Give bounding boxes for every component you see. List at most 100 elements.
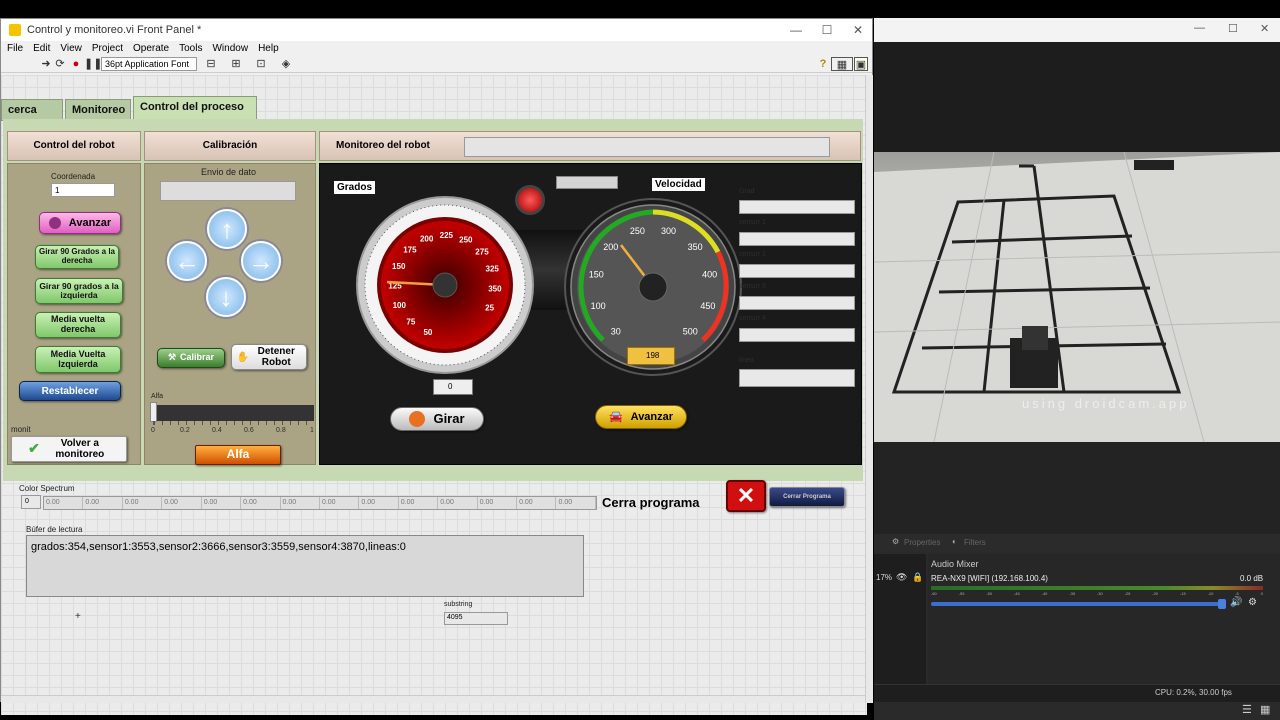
alfa-button[interactable]: Alfa bbox=[195, 445, 281, 465]
menu-view[interactable]: View bbox=[60, 43, 82, 54]
cerrar-programa-button[interactable]: Cerrar Programa bbox=[769, 487, 845, 507]
menu-operate[interactable]: Operate bbox=[133, 43, 169, 54]
spectrum-cell: 0.00 bbox=[83, 497, 123, 509]
velocidad-tick-label: 100 bbox=[591, 301, 606, 311]
meter-tick-label: -60 bbox=[931, 591, 937, 596]
help-icon[interactable]: ? bbox=[816, 57, 830, 71]
menu-project[interactable]: Project bbox=[92, 43, 123, 54]
buffer-label: Búfer de lectura bbox=[26, 525, 83, 534]
mixer-gear-icon[interactable]: ⚙ bbox=[1248, 597, 1257, 608]
menu-window[interactable]: Window bbox=[212, 43, 248, 54]
cerrar-x-button[interactable]: ✕ bbox=[726, 480, 766, 512]
avanzar-gauge-button[interactable]: 🚘 Avanzar bbox=[595, 405, 687, 429]
spectrum-cell: 0.00 bbox=[478, 497, 518, 509]
distribute-icon[interactable]: ⊞ bbox=[229, 57, 243, 71]
spectrum-cell: 0.00 bbox=[162, 497, 202, 509]
arrow-left-button[interactable]: ← bbox=[167, 241, 207, 281]
meter-tick-label: -45 bbox=[1013, 591, 1020, 596]
close-button[interactable]: ✕ bbox=[843, 19, 873, 41]
avanzar-robot-button[interactable]: Avanzar bbox=[39, 212, 121, 234]
led-status-field bbox=[556, 176, 618, 189]
tab-control-proceso[interactable]: Control del proceso bbox=[133, 96, 257, 121]
media-vuelta-derecha-label: Media vuelta derecha bbox=[50, 314, 106, 334]
detener-robot-button[interactable]: ✋ Detener Robot bbox=[231, 344, 307, 370]
obs-minimize-button[interactable]: — bbox=[1194, 22, 1205, 34]
media-vuelta-izquierda-button[interactable]: Media Vuelta Izquierda bbox=[35, 346, 121, 373]
side-label-sensor1: sensor 1 bbox=[739, 219, 766, 226]
camera-preview: using droidcam.app bbox=[874, 152, 1280, 442]
minimize-button[interactable]: — bbox=[781, 19, 811, 41]
menu-help[interactable]: Help bbox=[258, 43, 279, 54]
obs-titlebar: — ☐ ✕ bbox=[874, 18, 1280, 42]
reorder-icon[interactable]: ◈ bbox=[279, 57, 293, 71]
list-view-icon[interactable]: ☰ bbox=[1242, 703, 1252, 716]
audio-meter-scale: -60 -55 -50 -45 -40 -35 -30 -25 -20 -15 -10 -5 0 bbox=[931, 591, 1263, 599]
filters-button[interactable]: Filters bbox=[964, 538, 986, 547]
alfa-tick-4: 0.8 bbox=[276, 427, 286, 434]
spectrum-cell: 0.00 bbox=[281, 497, 320, 509]
girar-derecha-button[interactable]: Girar 90 Grados a la derecha bbox=[35, 245, 119, 269]
align-icon[interactable]: ⊟ bbox=[204, 57, 218, 71]
eye-icon[interactable]: 👁 bbox=[896, 572, 907, 583]
grados-tick-label: 50 bbox=[423, 328, 432, 337]
properties-button[interactable]: Properties bbox=[904, 538, 940, 547]
avanzar-robot-label: Avanzar bbox=[68, 216, 112, 229]
velocidad-tick-label: 150 bbox=[589, 270, 604, 280]
arrow-up-button[interactable]: ↑ bbox=[207, 209, 247, 249]
coord-input[interactable]: 1 bbox=[51, 183, 115, 197]
maximize-button[interactable]: ☐ bbox=[812, 19, 842, 41]
obs-close-button[interactable]: ✕ bbox=[1260, 22, 1269, 35]
run-arrow-icon[interactable]: ➜ bbox=[39, 57, 53, 71]
media-vuelta-derecha-button[interactable]: Media vuelta derecha bbox=[35, 312, 121, 338]
menu-file[interactable]: File bbox=[7, 43, 23, 54]
spectrum-cell: 0.00 bbox=[359, 497, 399, 509]
window-title: Control y monitoreo.vi Front Panel * bbox=[27, 24, 202, 36]
girar-izquierda-button[interactable]: Girar 90 grados a la izquierda bbox=[35, 278, 123, 304]
volume-slider-track[interactable] bbox=[931, 602, 1223, 606]
calibrar-button[interactable]: ⚒ Calibrar bbox=[157, 348, 225, 368]
pause-icon[interactable]: ❚❚ bbox=[84, 57, 102, 71]
side-field-grad bbox=[739, 200, 855, 214]
tab-monitoreo[interactable]: Monitoreo bbox=[65, 99, 131, 121]
connector-pane-icon: ▦ bbox=[831, 57, 853, 71]
horizontal-scrollbar[interactable] bbox=[1, 695, 865, 703]
spectrum-index[interactable]: 0 bbox=[21, 495, 41, 509]
restablecer-button[interactable]: Restablecer bbox=[19, 381, 121, 401]
audio-mixer-title: Audio Mixer bbox=[931, 559, 979, 569]
girar-numeric[interactable]: 0 bbox=[433, 379, 473, 395]
menu-edit[interactable]: Edit bbox=[33, 43, 50, 54]
lock-icon[interactable]: 🔒 bbox=[912, 572, 923, 583]
abort-icon[interactable]: ● bbox=[69, 57, 83, 71]
obs-maximize-button[interactable]: ☐ bbox=[1228, 22, 1238, 35]
velocidad-tick-label: 400 bbox=[702, 270, 717, 280]
buffer-textbox[interactable]: grados:354,sensor1:3553,sensor2:3666,sen… bbox=[26, 535, 584, 597]
grados-tick-label: 250 bbox=[459, 236, 473, 245]
arrow-down-button[interactable]: ↓ bbox=[206, 277, 246, 317]
tab-acerca[interactable]: cerca de... bbox=[1, 99, 63, 121]
girar-derecha-label: Girar 90 Grados a la derecha bbox=[38, 247, 116, 265]
alfa-slider-thumb[interactable] bbox=[150, 402, 157, 422]
volume-slider-thumb[interactable] bbox=[1218, 599, 1226, 609]
run-continuously-icon[interactable]: ⟳ bbox=[53, 57, 67, 71]
grados-tick-label: 175 bbox=[403, 245, 417, 254]
font-selector[interactable]: 36pt Application Font bbox=[101, 57, 197, 71]
arrow-down-icon: ↓ bbox=[219, 281, 233, 312]
alfa-slider-track[interactable] bbox=[151, 405, 314, 421]
avanzar-gauge-label: Avanzar bbox=[630, 410, 674, 423]
girar-label: Girar bbox=[433, 410, 465, 426]
vertical-scrollbar[interactable] bbox=[865, 75, 873, 703]
grados-tick-label: 200 bbox=[420, 234, 434, 243]
meter-tick-label: -25 bbox=[1124, 591, 1131, 596]
arrow-right-button[interactable]: → bbox=[241, 241, 281, 281]
rotate-icon bbox=[409, 411, 426, 427]
alfa-tick-2: 0.4 bbox=[212, 427, 222, 434]
spectrum-cell: 0.00 bbox=[399, 497, 439, 509]
volver-monitoreo-button[interactable]: ✔ Volver a monitoreo bbox=[11, 436, 127, 462]
grid-view-icon[interactable]: ▦ bbox=[1260, 703, 1270, 716]
menu-tools[interactable]: Tools bbox=[179, 43, 202, 54]
girar-button[interactable]: Girar bbox=[390, 407, 484, 431]
speaker-icon[interactable]: 🔊 bbox=[1230, 597, 1242, 608]
monitor-string-indicator bbox=[464, 137, 830, 157]
resize-icon[interactable]: ⊡ bbox=[254, 57, 268, 71]
obs-preview-bottom bbox=[874, 442, 1280, 536]
